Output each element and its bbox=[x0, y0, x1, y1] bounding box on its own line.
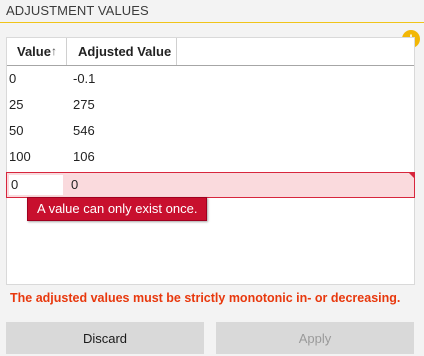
cell-value[interactable]: 0 bbox=[9, 66, 16, 92]
cell-value[interactable]: 25 bbox=[9, 92, 23, 118]
discard-button[interactable]: Discard bbox=[6, 322, 204, 354]
cell-adjusted-value[interactable]: 275 bbox=[73, 92, 95, 118]
table-header: Value ↑ Adjusted Value bbox=[7, 38, 414, 66]
value-edit-input[interactable]: 0 bbox=[9, 175, 63, 195]
column-header-adjusted-value[interactable]: Adjusted Value bbox=[67, 38, 177, 65]
sort-ascending-icon: ↑ bbox=[51, 44, 57, 58]
cell-adjusted-value[interactable]: -0.1 bbox=[73, 66, 95, 92]
cell-adjusted-value[interactable]: 546 bbox=[73, 118, 95, 144]
error-corner-marker bbox=[408, 172, 415, 179]
validation-error-message: The adjusted values must be strictly mon… bbox=[10, 291, 401, 305]
cell-value[interactable]: 100 bbox=[9, 144, 31, 170]
column-header-value[interactable]: Value ↑ bbox=[7, 38, 67, 65]
section-header: ADJUSTMENT VALUES bbox=[0, 0, 424, 23]
cell-adjusted-value[interactable]: 0 bbox=[71, 173, 78, 197]
table-row[interactable]: 25 275 bbox=[7, 92, 414, 118]
column-header-value-label: Value bbox=[17, 44, 51, 59]
adjustment-table: Value ↑ Adjusted Value 0 -0.1 25 275 50 … bbox=[6, 37, 415, 285]
validation-tooltip: A value can only exist once. bbox=[27, 197, 208, 221]
cell-value[interactable]: 50 bbox=[9, 118, 23, 144]
table-row[interactable]: 0 -0.1 bbox=[7, 66, 414, 92]
apply-button[interactable]: Apply bbox=[216, 322, 414, 354]
value-edit-text: 0 bbox=[11, 177, 19, 192]
cell-adjusted-value[interactable]: 106 bbox=[73, 144, 95, 170]
table-row[interactable]: 50 546 bbox=[7, 118, 414, 144]
table-row[interactable]: 100 106 bbox=[7, 144, 414, 170]
table-row-invalid[interactable]: 0 0 bbox=[6, 172, 415, 198]
section-title: ADJUSTMENT VALUES bbox=[6, 3, 149, 18]
